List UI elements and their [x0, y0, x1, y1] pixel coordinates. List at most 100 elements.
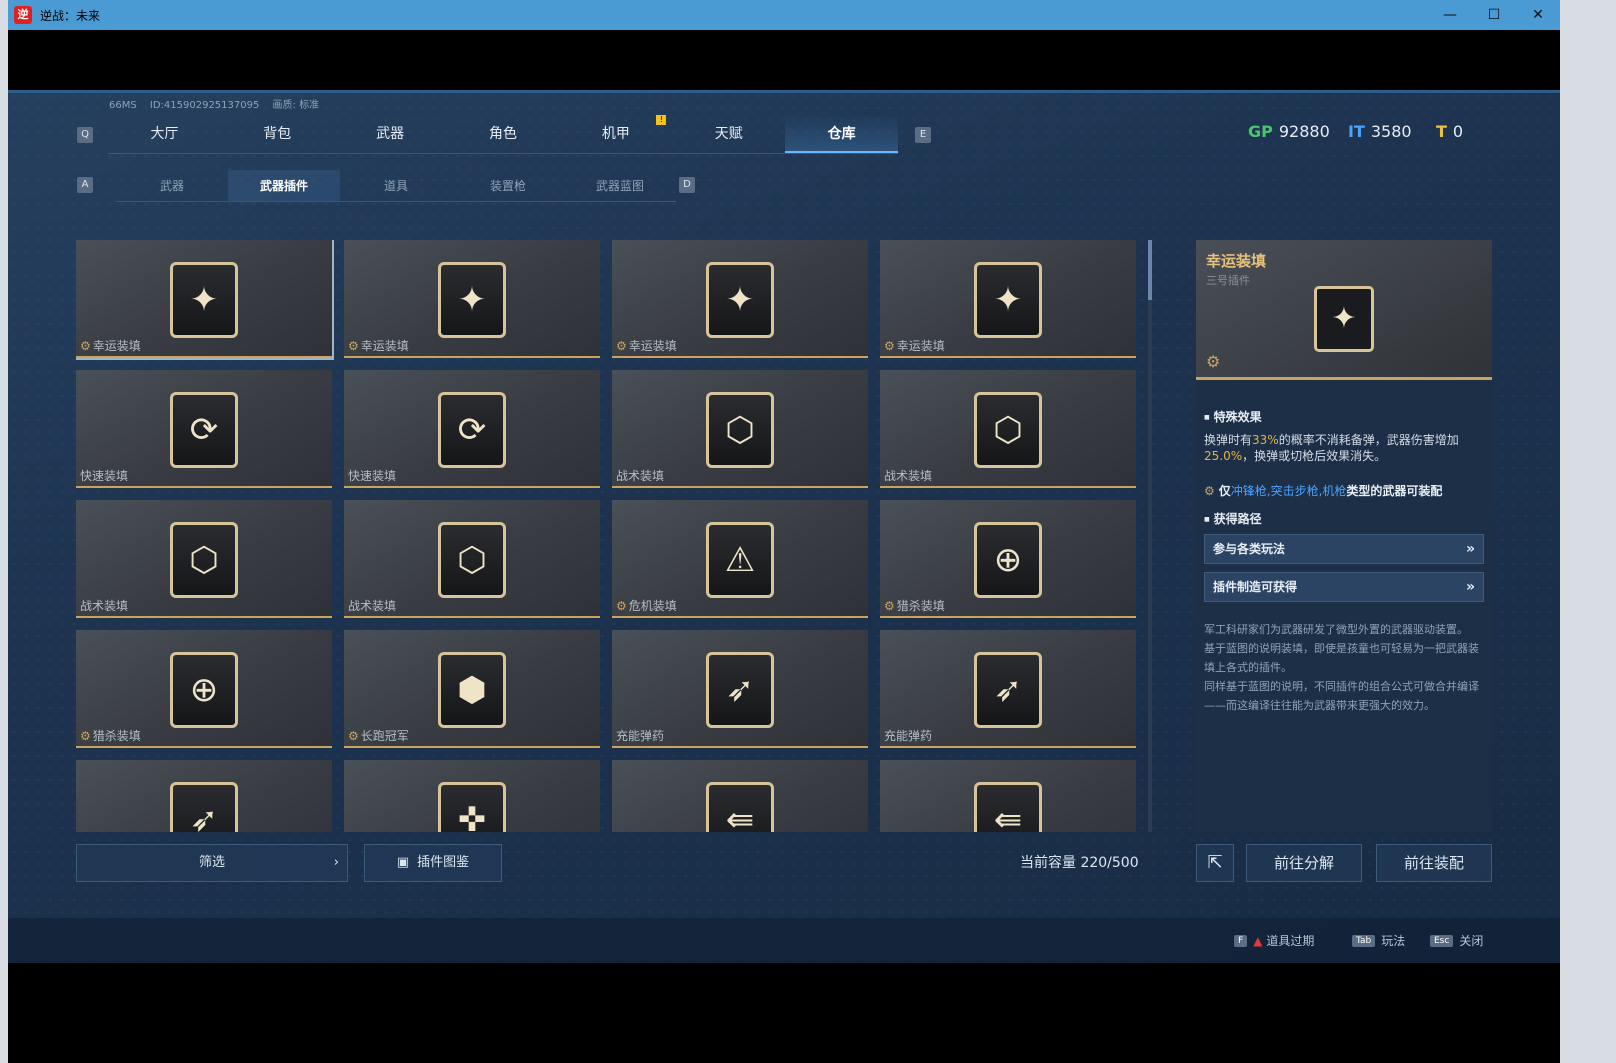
subtab-3[interactable]: 装置枪 [452, 170, 564, 201]
plugin-name: 幸运装填 [92, 339, 141, 353]
tab-0[interactable]: 大厅 [108, 114, 221, 153]
gear-emblem-icon: ⚙ [348, 729, 359, 743]
subtab-1[interactable]: 武器插件 [228, 170, 340, 201]
charged-ammo-icon: ➶ [170, 782, 238, 832]
filter-label: 筛选 [198, 855, 225, 870]
close-button[interactable]: ✕ [1516, 0, 1560, 30]
footer-hint[interactable]: F ▲ 道具过期 [1234, 932, 1314, 949]
tactical-reload-icon: ⬡ [974, 392, 1042, 468]
arrow-plugin-icon: ⇚ [974, 782, 1042, 832]
prev-tab-key-hint[interactable]: Q [77, 127, 93, 143]
plugin-card[interactable]: ➶ 充能弹药 [880, 630, 1136, 748]
plugin-card[interactable]: ⬢ ⚙ 长跑冠军 [344, 630, 600, 748]
plugin-name: 快速装填 [80, 469, 129, 483]
footer-label: 道具过期 [1266, 934, 1315, 948]
grid-scrollbar[interactable] [1148, 240, 1152, 832]
footer-hint[interactable]: Esc 关闭 [1430, 932, 1483, 949]
icon-glyph: ➶ [993, 670, 1023, 710]
plugin-name: 快速装填 [348, 469, 397, 483]
player-id-text: ID:415902925137095 [149, 100, 260, 111]
restriction-suffix: 类型的武器可装配 [1346, 484, 1443, 498]
effect-text-c: ，换弹或切枪后效果消失。 [1242, 449, 1387, 463]
maximize-button[interactable]: ☐ [1472, 0, 1516, 30]
plugin-label: 快速装填 [348, 467, 396, 484]
charged-ammo-icon: ➶ [974, 652, 1042, 728]
plugin-card[interactable]: ⇚ [880, 760, 1136, 832]
plugin-card[interactable]: ➶ [76, 760, 332, 832]
icon-glyph: ➶ [189, 800, 219, 832]
plugin-card[interactable]: ✦ ⚙ 幸运装填 [880, 240, 1136, 358]
minimize-button[interactable]: — [1428, 0, 1472, 30]
icon-glyph: ⊕ [993, 540, 1023, 580]
plugin-grid: ✦ ⚙ 幸运装填 ✦ ⚙ 幸运装填 ✦ ⚙ 幸运装填 ✦ ⚙ 幸运装填 ⟳ 快速装填 ⟳ 快速装填 ⬡ 战术装填 ⬡… [76, 240, 1136, 832]
plugin-name: 充能弹药 [616, 729, 665, 743]
plugin-card[interactable]: ✦ ⚙ 幸运装填 [76, 240, 334, 360]
plugin-name: 幸运装填 [360, 339, 409, 353]
tab-2[interactable]: 武器 [334, 114, 447, 153]
currency-item: IT 3580 [1348, 122, 1412, 141]
tab-3[interactable]: 角色 [447, 114, 560, 153]
plugin-card[interactable]: ✦ ⚙ 幸运装填 [612, 240, 868, 358]
next-tab-key-hint[interactable]: E [915, 127, 931, 143]
subtab-0[interactable]: 武器 [116, 170, 228, 201]
plugin-card[interactable]: ➶ 充能弹药 [612, 630, 868, 748]
filter-button[interactable]: 筛选 › [76, 844, 348, 882]
quality-text: 画质: 标准 [272, 100, 320, 111]
catalog-button[interactable]: ▣ 插件图鉴 [364, 844, 502, 882]
plugin-name: 战术装填 [616, 469, 665, 483]
plugin-card[interactable]: ⟳ 快速装填 [76, 370, 332, 488]
plugin-card[interactable]: ⟳ 快速装填 [344, 370, 600, 488]
gear-emblem-icon: ⚙ [348, 339, 359, 353]
plugin-label: 充能弹药 [616, 727, 664, 744]
plugin-card[interactable]: ⚠ ⚙ 危机装填 [612, 500, 868, 618]
plugin-card[interactable]: ⬡ 战术装填 [76, 500, 332, 618]
equip-button[interactable]: 前往装配 [1376, 844, 1492, 882]
subtab-4[interactable]: 武器蓝图 [564, 170, 676, 201]
plugin-card[interactable]: ⬡ 战术装填 [344, 500, 600, 618]
plugin-label: ⚙ 幸运装填 [348, 337, 409, 354]
footer-hint[interactable]: Tab 玩法 [1352, 932, 1405, 949]
decompose-button[interactable]: 前往分解 [1246, 844, 1362, 882]
subtab-2[interactable]: 道具 [340, 170, 452, 201]
tab-label: 背包 [263, 126, 292, 142]
source-label: 插件制造可获得 [1213, 580, 1298, 594]
next-subtab-key-hint[interactable]: D [679, 177, 695, 193]
plugin-card[interactable]: ⊕ ⚙ 猎杀装填 [880, 500, 1136, 618]
key-hint: Esc [1430, 934, 1454, 947]
double-chevron-icon: » [1465, 579, 1475, 595]
charged-ammo-icon: ➶ [706, 652, 774, 728]
tab-4[interactable]: 机甲! [559, 114, 672, 153]
tab-6[interactable]: 仓库 [785, 114, 899, 153]
icon-glyph: ✜ [457, 800, 487, 832]
plugin-card[interactable]: ✜ [344, 760, 600, 832]
prev-subtab-key-hint[interactable]: A [77, 177, 93, 193]
share-button[interactable]: ⇱ [1196, 844, 1234, 882]
plugin-card[interactable]: ✦ ⚙ 幸运装填 [344, 240, 600, 358]
gear-emblem-icon: ⚙ [80, 729, 91, 743]
plugin-card[interactable]: ⊕ ⚙ 猎杀装填 [76, 630, 332, 748]
icon-glyph: ⬡ [457, 540, 487, 580]
external-link-icon: ⇱ [1207, 852, 1223, 873]
tab-1[interactable]: 背包 [221, 114, 334, 153]
crosshair-ammo-icon: ⊕ [170, 652, 238, 728]
title-bar: 逆 逆战：未来 — ☐ ✕ [8, 0, 1560, 30]
plugin-card[interactable]: ⬡ 战术装填 [880, 370, 1136, 488]
tab-5[interactable]: 天赋 [672, 114, 785, 153]
coin-icon: T [1436, 122, 1447, 141]
plugin-name: 幸运装填 [628, 339, 677, 353]
plugin-label: ⚙ 幸运装填 [884, 337, 945, 354]
source-button-play[interactable]: 参与各类玩法 » [1204, 534, 1484, 564]
plugin-name: 幸运装填 [896, 339, 945, 353]
plugin-card[interactable]: ⇚ [612, 760, 868, 832]
scrollbar-thumb[interactable] [1148, 240, 1152, 300]
footer-label: 关闭 [1459, 934, 1484, 948]
crosshair-ammo-icon: ⊕ [974, 522, 1042, 598]
plugin-label: 战术装填 [616, 467, 664, 484]
capacity-text: 当前容量 220/500 [1020, 855, 1139, 871]
alert-badge-icon: ! [656, 115, 667, 125]
plugin-label: 战术装填 [348, 597, 396, 614]
icon-glyph: ✦ [189, 280, 219, 320]
plugin-card[interactable]: ⬡ 战术装填 [612, 370, 868, 488]
source-button-craft[interactable]: 插件制造可获得 » [1204, 572, 1484, 602]
catalog-label: 插件图鉴 [417, 855, 470, 870]
